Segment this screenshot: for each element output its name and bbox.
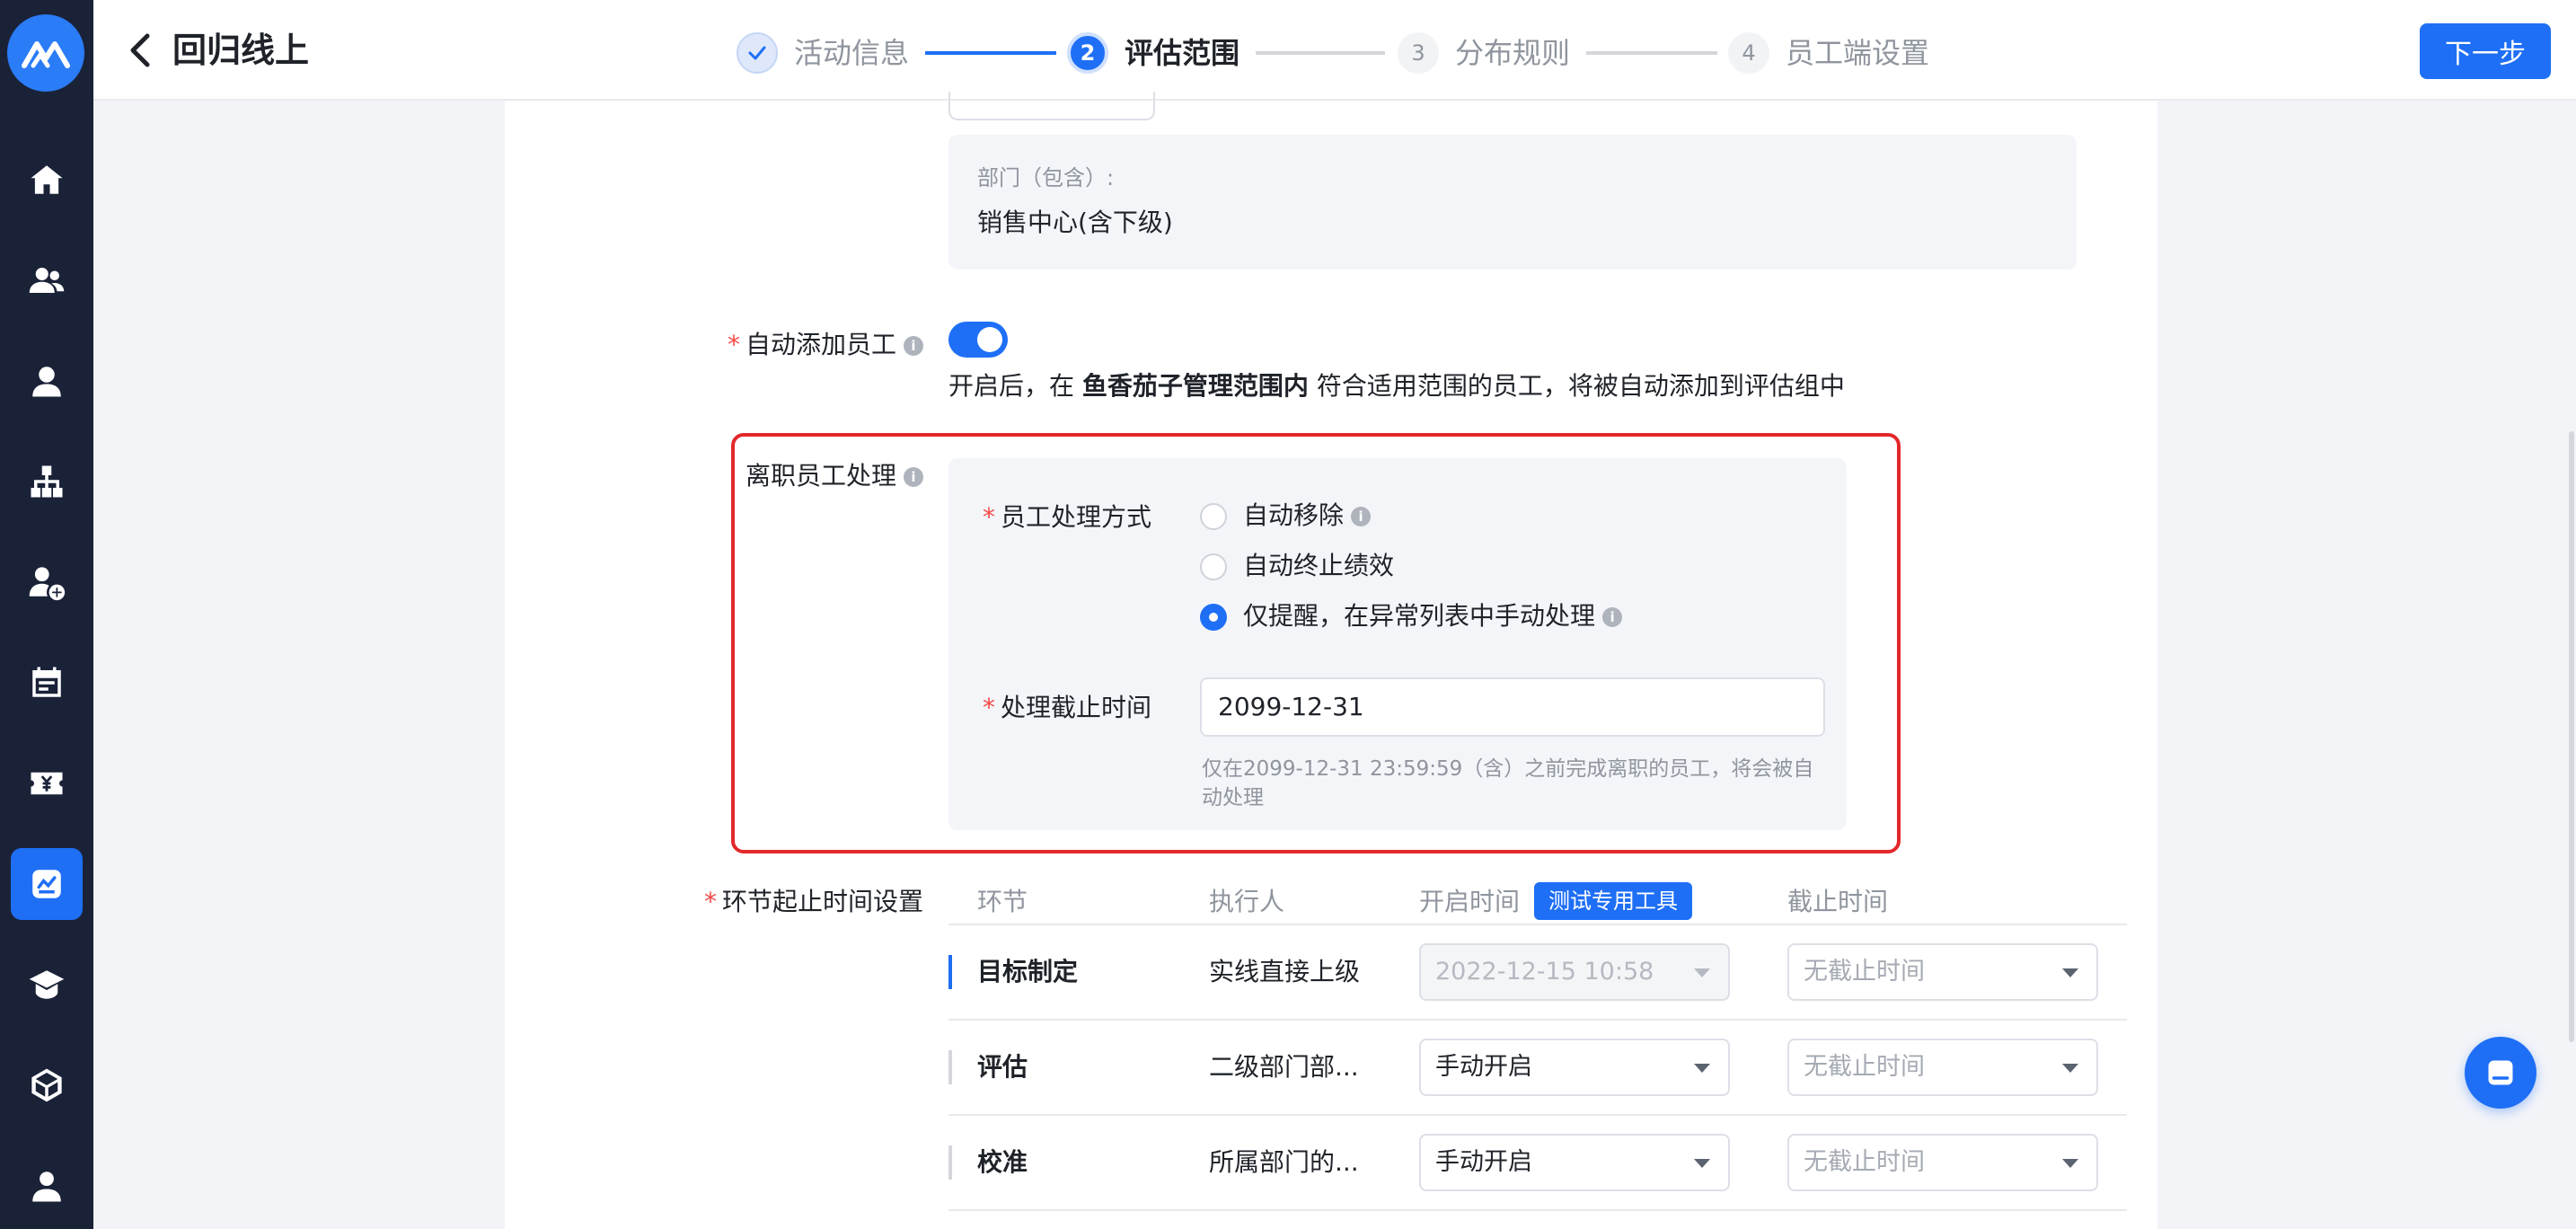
app-logo-icon[interactable] — [7, 14, 84, 92]
page-title: 回归线上 — [172, 31, 310, 70]
scope-select-partial[interactable] — [948, 92, 1155, 120]
step-2-label[interactable]: 评估范围 — [1125, 32, 1239, 74]
table-divider — [948, 1114, 2127, 1116]
step-1-check-icon[interactable] — [737, 32, 778, 74]
auto-add-label: * 自动添加员工 i — [728, 327, 923, 363]
next-step-button[interactable]: 下一步 — [2420, 23, 2551, 79]
profile-icon[interactable] — [11, 1150, 83, 1222]
auto-add-toggle[interactable] — [948, 322, 1008, 358]
step-3-label[interactable]: 分布规则 — [1455, 32, 1570, 74]
learning-cap-icon[interactable] — [11, 949, 83, 1021]
step-connector — [1256, 51, 1385, 55]
col-header-executor: 执行人 — [1209, 887, 1285, 916]
stage-name: 校准 — [977, 1147, 1028, 1177]
stage-executor: 二级部门部... — [1209, 1052, 1359, 1082]
calendar-icon[interactable] — [11, 647, 83, 719]
cube-icon[interactable] — [11, 1049, 83, 1121]
department-value: 销售中心(含下级) — [977, 208, 1173, 237]
end-time-select[interactable]: 无截止时间 — [1787, 1134, 2098, 1191]
salary-ticket-icon[interactable] — [11, 747, 83, 819]
user-icon[interactable] — [11, 345, 83, 417]
table-divider — [948, 1019, 2127, 1021]
step-connector — [1586, 51, 1717, 55]
step-1-label[interactable]: 活动信息 — [794, 32, 909, 74]
stage-time-label: * 环节起止时间设置 — [703, 887, 923, 916]
step-2-number[interactable]: 2 — [1067, 32, 1108, 74]
col-header-end: 截止时间 — [1787, 887, 1889, 916]
stage-executor: 所属部门的... — [1209, 1147, 1359, 1177]
top-bar: 回归线上 活动信息 2 评估范围 3 分布规则 4 员工端设置 下一步 — [93, 0, 2576, 101]
row-indicator — [948, 1145, 952, 1180]
info-icon[interactable]: i — [904, 336, 923, 356]
department-scope-box: 部门（包含）: 销售中心(含下级) — [948, 135, 2077, 270]
col-header-stage: 环节 — [977, 887, 1028, 916]
start-time-select[interactable]: 手动开启 — [1419, 1134, 1730, 1191]
step-4-number[interactable]: 4 — [1728, 32, 1769, 74]
department-label: 部门（包含）: — [977, 165, 1115, 190]
row-indicator — [948, 955, 952, 989]
stage-name: 评估 — [977, 1052, 1028, 1082]
auto-add-description: 开启后，在 鱼香茄子管理范围内 符合适用范围的员工，将被自动添加到评估组中 — [948, 371, 1845, 401]
sidebar — [0, 0, 93, 1229]
end-time-select[interactable]: 无截止时间 — [1787, 1039, 2098, 1096]
back-arrow-icon[interactable] — [120, 31, 160, 70]
performance-icon[interactable] — [11, 848, 83, 920]
chat-support-icon[interactable] — [2465, 1037, 2536, 1109]
org-chart-icon[interactable] — [11, 446, 83, 517]
start-time-select[interactable]: 2022-12-15 10:58 — [1419, 943, 1730, 1001]
team-icon[interactable] — [11, 244, 83, 316]
stage-executor: 实线直接上级 — [1209, 957, 1361, 986]
table-divider — [948, 1209, 2127, 1211]
step-3-number[interactable]: 3 — [1398, 32, 1439, 74]
scrollbar[interactable] — [2569, 431, 2574, 1042]
test-tool-tag[interactable]: 测试专用工具 — [1534, 882, 1692, 920]
table-divider — [948, 924, 2127, 925]
step-connector — [925, 51, 1056, 55]
start-time-select[interactable]: 手动开启 — [1419, 1039, 1730, 1096]
highlight-frame — [731, 433, 1901, 853]
home-icon[interactable] — [11, 144, 83, 216]
end-time-select[interactable]: 无截止时间 — [1787, 943, 2098, 1001]
step-4-label[interactable]: 员工端设置 — [1786, 32, 1929, 74]
row-indicator — [948, 1050, 952, 1084]
col-header-start: 开启时间 — [1419, 887, 1521, 916]
stage-name: 目标制定 — [977, 957, 1079, 986]
add-user-icon[interactable] — [11, 546, 83, 618]
